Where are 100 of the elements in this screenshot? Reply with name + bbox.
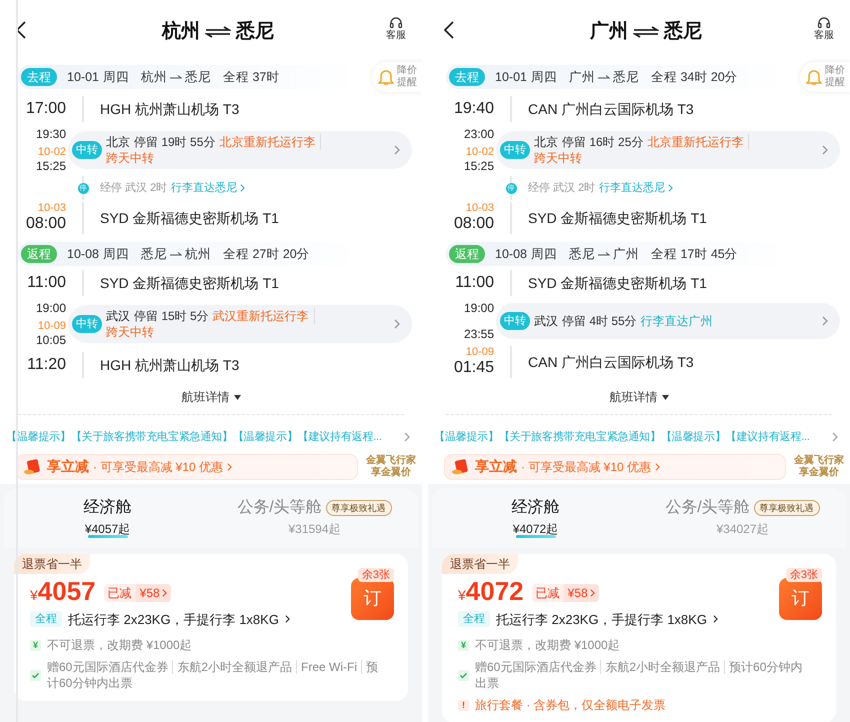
arrival-time: 23:00 — [464, 126, 494, 142]
chevron-right-icon — [832, 432, 838, 442]
flight-time: 01:45 — [454, 358, 494, 378]
transfer-note: 北京重新托运行李 — [219, 134, 322, 150]
overnight-transfer-note: 跨天中转 — [106, 150, 155, 166]
trip-origin: 广州 — [568, 68, 595, 86]
remaining-seats-badge: 余3张 — [358, 568, 394, 582]
flight-time: 08:00 — [26, 214, 66, 234]
trip-origin: 杭州 — [140, 68, 167, 86]
arrival-date: 10-09 — [466, 346, 494, 358]
flight-time: 17:00 — [26, 99, 66, 119]
bell-icon — [806, 68, 822, 86]
arrival-time: 19:30 — [36, 126, 66, 142]
member-label: 金翼飞行家 — [366, 454, 416, 466]
transfer-info-button[interactable]: 中转 武汉 停留 4时 55分 行李直达广州 — [496, 303, 840, 339]
fare-condition: 不可退票，改期费 ¥1000起 — [475, 637, 620, 653]
arrival-time: 19:00 — [36, 300, 66, 316]
yen-icon: ¥ — [30, 640, 41, 650]
remaining-seats-badge: 余3张 — [786, 568, 822, 582]
trip-weekday: 周四 — [102, 246, 129, 263]
transfer-city: 武汉 — [534, 313, 558, 329]
trip-duration: 全程 17时 45分 — [650, 246, 738, 263]
customer-service-button[interactable]: 客服 — [386, 16, 406, 42]
layover-duration: 停留 16时 25分 — [562, 134, 644, 150]
trip-origin: 悉尼 — [568, 246, 595, 263]
stopover-info: 经停 武汉 2时 — [100, 180, 168, 196]
cabin-perk-badge: 尊享极致礼遇 — [326, 500, 392, 516]
flight-time: 08:00 — [454, 214, 494, 234]
trip-tag: 去程 — [21, 68, 57, 86]
trip-date: 10-01 — [495, 68, 527, 86]
departure-time: 23:55 — [464, 326, 494, 342]
arrival-time: 19:00 — [464, 300, 494, 316]
cabin-tab[interactable]: 经济舱 ¥4057起 — [4, 496, 211, 538]
transfer-badge: 中转 — [72, 141, 102, 159]
chevron-right-icon — [712, 615, 718, 624]
airport-name: SYD 金斯福德史密斯机场 T1 — [528, 208, 707, 228]
chevron-right-icon — [822, 145, 828, 155]
flight-details-toggle[interactable]: 航班详情 — [182, 388, 240, 406]
member-label: 金翼飞行家 — [794, 454, 844, 466]
trip-destination: 杭州 — [184, 246, 211, 263]
airport-name: SYD 金斯福德史密斯机场 T1 — [100, 208, 279, 228]
transfer-note: 北京重新托运行李 — [647, 134, 750, 150]
trip-origin: 悉尼 — [140, 246, 167, 263]
transfer-info-button[interactable]: 中转 北京 停留 16时 25分 北京重新托运行李 跨天中转 — [496, 131, 840, 169]
overnight-transfer-note: 跨天中转 — [106, 324, 155, 340]
trip-duration: 全程 34时 20分 — [650, 68, 738, 86]
trip-tag: 返程 — [21, 245, 57, 263]
headset-icon — [817, 16, 831, 30]
trip-destination: 悉尼 — [184, 68, 211, 86]
flight-details-toggle[interactable]: 航班详情 — [610, 388, 668, 406]
trip-weekday: 周四 — [530, 68, 557, 86]
flight-time: 11:20 — [27, 355, 66, 375]
layover-duration: 停留 19时 55分 — [134, 134, 216, 150]
trip-weekday: 周四 — [102, 68, 129, 86]
destination-city: 悉尼 — [236, 20, 274, 44]
trip-date: 10-01 — [67, 68, 99, 86]
cabin-tab[interactable]: 公务/头等舱 尊享极致礼遇 ¥34027起 — [639, 496, 846, 538]
swap-icon — [205, 26, 231, 38]
back-icon — [16, 21, 26, 39]
chevron-right-icon — [227, 462, 232, 470]
cabin-tab[interactable]: 经济舱 ¥4072起 — [432, 496, 639, 538]
origin-city: 杭州 — [162, 20, 200, 44]
departure-time: 15:25 — [464, 158, 494, 174]
bell-icon — [378, 68, 394, 86]
fare-price: ¥4072 — [458, 576, 524, 606]
transfer-city: 武汉 — [106, 308, 130, 324]
departure-time: 15:25 — [36, 158, 66, 174]
price-alert-button[interactable]: 降价 提醒 — [372, 62, 422, 92]
cabin-perk-badge: 尊享极致礼遇 — [754, 500, 820, 516]
price-alert-button[interactable]: 降价 提醒 — [800, 62, 850, 92]
departure-date: 10-09 — [38, 320, 66, 332]
airport-name: HGH 杭州萧山机场 T3 — [100, 100, 240, 118]
warning-icon: ! — [458, 700, 469, 710]
transfer-info-button[interactable]: 中转 武汉 停留 15时 5分 武汉重新托运行李 跨天中转 — [68, 305, 412, 343]
layover-duration: 停留 4时 55分 — [562, 313, 637, 329]
customer-service-button[interactable]: 客服 — [814, 16, 834, 42]
transfer-info-button[interactable]: 中转 北京 停留 19时 55分 北京重新托运行李 跨天中转 — [68, 131, 412, 169]
back-icon — [444, 21, 454, 39]
chevron-right-icon — [284, 615, 290, 624]
trip-tag: 返程 — [449, 245, 485, 263]
selected-underline — [88, 534, 128, 538]
overnight-transfer-note: 跨天中转 — [534, 150, 583, 166]
chevron-right-icon — [822, 316, 828, 326]
trip-destination: 广州 — [612, 246, 639, 263]
transfer-badge: 中转 — [72, 315, 102, 333]
trip-date: 10-08 — [67, 246, 99, 263]
cabin-tab[interactable]: 公务/头等舱 尊享极致礼遇 ¥31594起 — [211, 496, 418, 538]
origin-city: 广州 — [590, 20, 628, 44]
transfer-city: 北京 — [106, 134, 130, 150]
departure-date: 10-02 — [38, 146, 66, 158]
chevron-right-icon — [668, 184, 674, 192]
trip-destination: 悉尼 — [612, 68, 639, 86]
fare-condition: 不可退票，改期费 ¥1000起 — [47, 637, 192, 653]
transfer-badge: 中转 — [500, 312, 530, 330]
check-icon — [458, 670, 469, 680]
destination-city: 悉尼 — [664, 20, 702, 44]
transfer-badge: 中转 — [500, 141, 530, 159]
airport-name: CAN 广州白云国际机场 T3 — [528, 100, 694, 118]
flight-time: 19:40 — [454, 99, 494, 119]
chevron-right-icon — [394, 319, 400, 329]
